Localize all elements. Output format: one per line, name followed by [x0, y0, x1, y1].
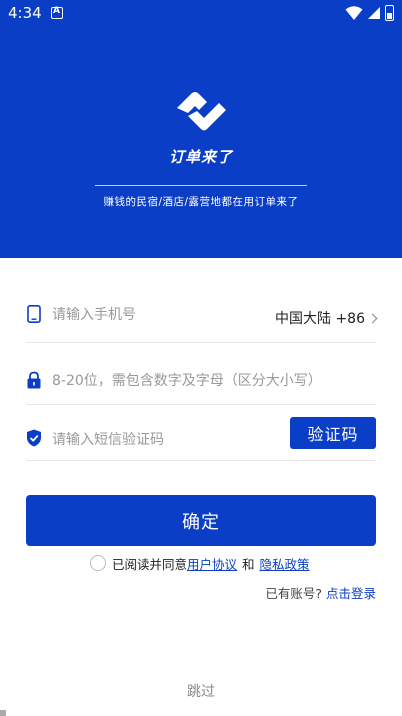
shield-check-icon	[27, 429, 41, 447]
login-line: 已有账号? 点击登录	[265, 583, 376, 602]
country-code-selector[interactable]: 中国大陆 +86	[275, 308, 378, 328]
sms-code-row: 请输入短信验证码 验证码	[26, 403, 376, 461]
get-code-button[interactable]: 验证码	[290, 417, 376, 449]
notification-icon	[51, 6, 63, 19]
status-icons	[345, 5, 394, 21]
header-divider	[95, 185, 307, 186]
brand-name: 订单来了	[168, 148, 233, 166]
battery-icon	[385, 5, 394, 21]
status-time: 4:34	[8, 4, 42, 22]
phone-input[interactable]: 请输入手机号	[52, 304, 136, 324]
register-screen: 4:34 订单来了 赚钱的民宿/酒店/露营地都在用订单来了	[0, 0, 402, 716]
lock-icon	[27, 371, 41, 389]
status-bar: 4:34	[0, 0, 402, 28]
login-link[interactable]: 点击登录	[326, 586, 376, 601]
header-banner: 4:34 订单来了 赚钱的民宿/酒店/露营地都在用订单来了	[0, 0, 402, 258]
signal-icon	[368, 7, 380, 19]
agreement-prefix: 已阅读并同意	[112, 556, 188, 572]
phone-row: 请输入手机号 中国大陆 +86	[26, 285, 378, 343]
agreement-and: 和	[242, 556, 255, 572]
chevron-right-icon	[367, 313, 378, 323]
corner-mark	[0, 710, 6, 716]
phone-icon	[27, 305, 41, 323]
agreement-checkbox[interactable]	[90, 555, 106, 571]
app-logo-icon	[177, 92, 226, 131]
user-agreement-link[interactable]: 用户协议	[187, 554, 237, 573]
confirm-button[interactable]: 确定	[26, 495, 376, 546]
login-prompt: 已有账号?	[265, 586, 322, 601]
skip-button[interactable]: 跳过	[0, 681, 402, 701]
slogan: 赚钱的民宿/酒店/露营地都在用订单来了	[103, 196, 299, 208]
password-row: 8-20位，需包含数字及字母（区分大小写）	[26, 345, 376, 405]
agreement-row: 已阅读并同意 用户协议 和 隐私政策	[90, 553, 310, 573]
sms-code-input[interactable]: 请输入短信验证码	[52, 429, 164, 449]
country-code-label: 中国大陆 +86	[275, 311, 365, 327]
password-input[interactable]: 8-20位，需包含数字及字母（区分大小写）	[52, 370, 322, 390]
privacy-policy-link[interactable]: 隐私政策	[260, 554, 310, 573]
wifi-icon	[345, 6, 363, 20]
